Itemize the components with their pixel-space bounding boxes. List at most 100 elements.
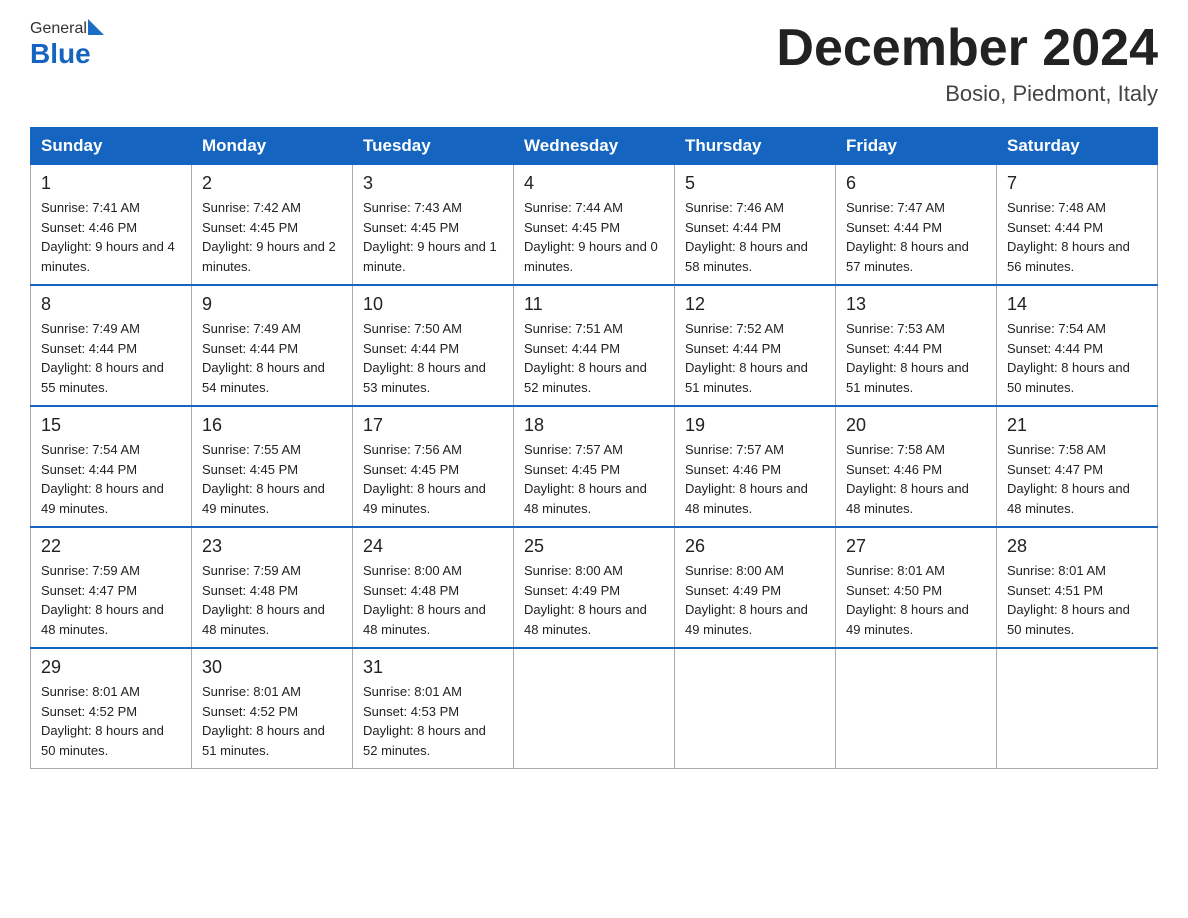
day-info: Sunrise: 8:01 AMSunset: 4:52 PMDaylight:… (41, 684, 164, 758)
calendar-day-cell: 13 Sunrise: 7:53 AMSunset: 4:44 PMDaylig… (836, 285, 997, 406)
calendar-day-cell: 7 Sunrise: 7:48 AMSunset: 4:44 PMDayligh… (997, 165, 1158, 286)
calendar-day-cell (997, 648, 1158, 769)
day-number: 8 (41, 294, 181, 315)
calendar-day-cell: 6 Sunrise: 7:47 AMSunset: 4:44 PMDayligh… (836, 165, 997, 286)
day-info: Sunrise: 7:58 AMSunset: 4:47 PMDaylight:… (1007, 442, 1130, 516)
day-number: 22 (41, 536, 181, 557)
day-info: Sunrise: 7:52 AMSunset: 4:44 PMDaylight:… (685, 321, 808, 395)
calendar-day-cell: 24 Sunrise: 8:00 AMSunset: 4:48 PMDaylig… (353, 527, 514, 648)
calendar-day-cell (675, 648, 836, 769)
title-section: December 2024 Bosio, Piedmont, Italy (776, 20, 1158, 107)
calendar-header-row: Sunday Monday Tuesday Wednesday Thursday… (31, 128, 1158, 165)
calendar-day-cell: 12 Sunrise: 7:52 AMSunset: 4:44 PMDaylig… (675, 285, 836, 406)
day-number: 7 (1007, 173, 1147, 194)
calendar-day-cell: 31 Sunrise: 8:01 AMSunset: 4:53 PMDaylig… (353, 648, 514, 769)
calendar-day-cell: 17 Sunrise: 7:56 AMSunset: 4:45 PMDaylig… (353, 406, 514, 527)
day-number: 16 (202, 415, 342, 436)
day-number: 19 (685, 415, 825, 436)
day-info: Sunrise: 7:55 AMSunset: 4:45 PMDaylight:… (202, 442, 325, 516)
calendar-day-cell: 1 Sunrise: 7:41 AMSunset: 4:46 PMDayligh… (31, 165, 192, 286)
day-info: Sunrise: 7:42 AMSunset: 4:45 PMDaylight:… (202, 200, 336, 274)
calendar-day-cell: 16 Sunrise: 7:55 AMSunset: 4:45 PMDaylig… (192, 406, 353, 527)
calendar-day-cell: 26 Sunrise: 8:00 AMSunset: 4:49 PMDaylig… (675, 527, 836, 648)
day-number: 6 (846, 173, 986, 194)
day-number: 10 (363, 294, 503, 315)
day-number: 17 (363, 415, 503, 436)
day-number: 27 (846, 536, 986, 557)
day-number: 20 (846, 415, 986, 436)
day-number: 21 (1007, 415, 1147, 436)
header-wednesday: Wednesday (514, 128, 675, 165)
calendar-day-cell: 22 Sunrise: 7:59 AMSunset: 4:47 PMDaylig… (31, 527, 192, 648)
calendar-week-row: 15 Sunrise: 7:54 AMSunset: 4:44 PMDaylig… (31, 406, 1158, 527)
day-number: 26 (685, 536, 825, 557)
day-info: Sunrise: 7:49 AMSunset: 4:44 PMDaylight:… (41, 321, 164, 395)
calendar-day-cell: 5 Sunrise: 7:46 AMSunset: 4:44 PMDayligh… (675, 165, 836, 286)
header-friday: Friday (836, 128, 997, 165)
calendar-day-cell: 20 Sunrise: 7:58 AMSunset: 4:46 PMDaylig… (836, 406, 997, 527)
day-info: Sunrise: 7:59 AMSunset: 4:48 PMDaylight:… (202, 563, 325, 637)
calendar-day-cell: 23 Sunrise: 7:59 AMSunset: 4:48 PMDaylig… (192, 527, 353, 648)
day-info: Sunrise: 7:41 AMSunset: 4:46 PMDaylight:… (41, 200, 175, 274)
day-info: Sunrise: 7:43 AMSunset: 4:45 PMDaylight:… (363, 200, 497, 274)
day-info: Sunrise: 7:54 AMSunset: 4:44 PMDaylight:… (1007, 321, 1130, 395)
day-info: Sunrise: 7:48 AMSunset: 4:44 PMDaylight:… (1007, 200, 1130, 274)
day-info: Sunrise: 7:54 AMSunset: 4:44 PMDaylight:… (41, 442, 164, 516)
day-number: 23 (202, 536, 342, 557)
calendar-day-cell: 29 Sunrise: 8:01 AMSunset: 4:52 PMDaylig… (31, 648, 192, 769)
day-number: 30 (202, 657, 342, 678)
day-info: Sunrise: 8:01 AMSunset: 4:53 PMDaylight:… (363, 684, 486, 758)
day-info: Sunrise: 7:49 AMSunset: 4:44 PMDaylight:… (202, 321, 325, 395)
calendar-day-cell: 8 Sunrise: 7:49 AMSunset: 4:44 PMDayligh… (31, 285, 192, 406)
calendar-day-cell: 11 Sunrise: 7:51 AMSunset: 4:44 PMDaylig… (514, 285, 675, 406)
calendar-day-cell: 9 Sunrise: 7:49 AMSunset: 4:44 PMDayligh… (192, 285, 353, 406)
day-info: Sunrise: 7:46 AMSunset: 4:44 PMDaylight:… (685, 200, 808, 274)
day-info: Sunrise: 7:53 AMSunset: 4:44 PMDaylight:… (846, 321, 969, 395)
logo: General Blue (30, 20, 106, 70)
day-number: 12 (685, 294, 825, 315)
calendar-day-cell: 4 Sunrise: 7:44 AMSunset: 4:45 PMDayligh… (514, 165, 675, 286)
day-number: 5 (685, 173, 825, 194)
logo-blue-text: Blue (30, 38, 91, 70)
day-info: Sunrise: 7:57 AMSunset: 4:46 PMDaylight:… (685, 442, 808, 516)
calendar-day-cell: 15 Sunrise: 7:54 AMSunset: 4:44 PMDaylig… (31, 406, 192, 527)
day-info: Sunrise: 8:00 AMSunset: 4:49 PMDaylight:… (524, 563, 647, 637)
calendar-day-cell: 28 Sunrise: 8:01 AMSunset: 4:51 PMDaylig… (997, 527, 1158, 648)
day-info: Sunrise: 7:58 AMSunset: 4:46 PMDaylight:… (846, 442, 969, 516)
header-monday: Monday (192, 128, 353, 165)
month-title: December 2024 (776, 20, 1158, 77)
calendar-day-cell (514, 648, 675, 769)
logo-general-text: General (30, 20, 87, 38)
day-info: Sunrise: 8:01 AMSunset: 4:50 PMDaylight:… (846, 563, 969, 637)
day-info: Sunrise: 7:47 AMSunset: 4:44 PMDaylight:… (846, 200, 969, 274)
header-tuesday: Tuesday (353, 128, 514, 165)
day-info: Sunrise: 7:57 AMSunset: 4:45 PMDaylight:… (524, 442, 647, 516)
calendar-day-cell: 25 Sunrise: 8:00 AMSunset: 4:49 PMDaylig… (514, 527, 675, 648)
header-sunday: Sunday (31, 128, 192, 165)
calendar-week-row: 8 Sunrise: 7:49 AMSunset: 4:44 PMDayligh… (31, 285, 1158, 406)
calendar-day-cell: 18 Sunrise: 7:57 AMSunset: 4:45 PMDaylig… (514, 406, 675, 527)
day-info: Sunrise: 7:50 AMSunset: 4:44 PMDaylight:… (363, 321, 486, 395)
calendar-day-cell: 3 Sunrise: 7:43 AMSunset: 4:45 PMDayligh… (353, 165, 514, 286)
day-number: 14 (1007, 294, 1147, 315)
location-text: Bosio, Piedmont, Italy (776, 81, 1158, 107)
header-saturday: Saturday (997, 128, 1158, 165)
calendar-day-cell: 30 Sunrise: 8:01 AMSunset: 4:52 PMDaylig… (192, 648, 353, 769)
day-number: 15 (41, 415, 181, 436)
day-number: 3 (363, 173, 503, 194)
day-number: 28 (1007, 536, 1147, 557)
page-header: General Blue December 2024 Bosio, Piedmo… (30, 20, 1158, 107)
calendar-day-cell: 19 Sunrise: 7:57 AMSunset: 4:46 PMDaylig… (675, 406, 836, 527)
calendar-week-row: 1 Sunrise: 7:41 AMSunset: 4:46 PMDayligh… (31, 165, 1158, 286)
calendar-day-cell: 21 Sunrise: 7:58 AMSunset: 4:47 PMDaylig… (997, 406, 1158, 527)
day-number: 29 (41, 657, 181, 678)
day-info: Sunrise: 8:00 AMSunset: 4:49 PMDaylight:… (685, 563, 808, 637)
day-info: Sunrise: 8:00 AMSunset: 4:48 PMDaylight:… (363, 563, 486, 637)
day-number: 13 (846, 294, 986, 315)
calendar-day-cell: 27 Sunrise: 8:01 AMSunset: 4:50 PMDaylig… (836, 527, 997, 648)
day-info: Sunrise: 7:51 AMSunset: 4:44 PMDaylight:… (524, 321, 647, 395)
day-number: 1 (41, 173, 181, 194)
day-number: 25 (524, 536, 664, 557)
day-number: 24 (363, 536, 503, 557)
calendar-table: Sunday Monday Tuesday Wednesday Thursday… (30, 127, 1158, 769)
